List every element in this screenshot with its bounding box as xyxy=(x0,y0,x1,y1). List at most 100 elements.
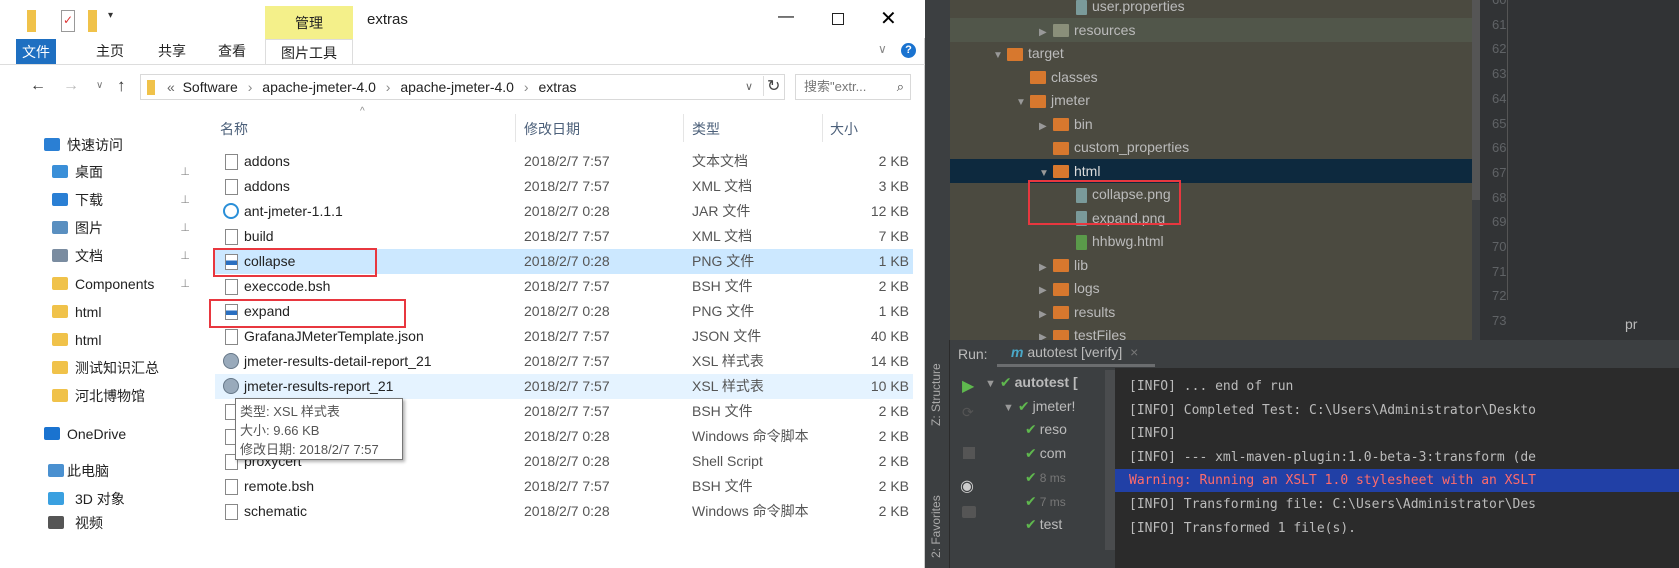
sidebar-item[interactable]: 桌面 ⊥ xyxy=(0,159,210,185)
tab-file[interactable]: 文件 xyxy=(16,39,56,65)
expand-arrow-icon[interactable]: ▼ xyxy=(1003,402,1014,414)
console-warning-line: Warning: Running an XSLT 1.0 stylesheet … xyxy=(1115,469,1679,493)
minimize-button[interactable]: — xyxy=(778,8,794,26)
sidebar-item[interactable]: 河北博物馆 xyxy=(0,383,210,409)
run-tree-item[interactable]: ▼ ✔ jmeter! xyxy=(1003,394,1075,418)
file-size: 1 KB xyxy=(878,303,909,319)
tab-view[interactable]: 查看 xyxy=(206,38,258,64)
close-tab-icon[interactable]: × xyxy=(1130,344,1138,360)
pin-icon[interactable]: ⊥ xyxy=(180,187,190,213)
view-icon[interactable]: ◉ xyxy=(960,476,974,496)
file-row[interactable]: build 2018/2/7 7:57 XML 文档 7 KB xyxy=(215,224,913,249)
sidebar-item[interactable]: Components ⊥ xyxy=(0,271,210,297)
file-row[interactable]: addons 2018/2/7 7:57 文本文档 2 KB xyxy=(215,149,913,174)
back-button[interactable]: ← xyxy=(30,77,46,95)
sidebar-item[interactable]: OneDrive xyxy=(0,421,210,447)
close-button[interactable]: ✕ xyxy=(880,6,897,31)
tab-picture-tools[interactable]: 图片工具 xyxy=(265,39,353,65)
sidebar-item[interactable]: html xyxy=(0,327,210,353)
tree-item[interactable]: ▼ target xyxy=(950,41,1472,65)
tree-item[interactable]: ▶ lib xyxy=(950,253,1472,277)
run-label: Run: xyxy=(958,346,988,362)
tree-item[interactable]: user.properties xyxy=(950,0,1472,18)
tree-item[interactable]: custom_properties xyxy=(950,135,1472,159)
up-button[interactable]: ↑ xyxy=(117,76,126,96)
pin-icon[interactable]: ⊥ xyxy=(180,243,190,269)
properties-icon[interactable]: ✓ xyxy=(61,10,75,32)
pin-icon[interactable]: ⊥ xyxy=(180,159,190,185)
expand-arrow-icon[interactable]: ▼ xyxy=(985,378,996,390)
run-tree-item[interactable]: ✔ 7 ms xyxy=(1021,489,1066,513)
refresh-icon[interactable]: ↻ xyxy=(763,76,780,96)
tree-item[interactable]: ▶ bin xyxy=(950,112,1472,136)
file-row[interactable]: addons 2018/2/7 7:57 XML 文档 3 KB xyxy=(215,174,913,199)
sidebar-item[interactable]: 图片 ⊥ xyxy=(0,215,210,241)
context-tab-manage[interactable]: 管理 xyxy=(265,13,353,33)
folder-icon xyxy=(1053,259,1069,273)
address-bar[interactable]: « Software › apache-jmeter-4.0 › apache-… xyxy=(140,74,785,100)
column-header-name[interactable]: 名称 xyxy=(220,119,248,139)
new-folder-icon[interactable] xyxy=(88,10,97,32)
file-row[interactable]: schematic 2018/2/7 0:28 Windows 命令脚本 2 KB xyxy=(215,499,913,524)
ribbon-expand-icon[interactable]: ∨ xyxy=(878,42,887,56)
forward-button[interactable]: → xyxy=(63,77,79,95)
tree-scrollbar[interactable] xyxy=(1472,0,1480,200)
run-tree-scrollbar[interactable] xyxy=(1105,370,1115,550)
camera-icon[interactable] xyxy=(962,506,976,518)
file-explorer-window: ✓ ▾ 管理 extras — ✕ 文件 主页 共享 查看 图片工具 ∨ ? ←… xyxy=(0,0,925,568)
file-type: Windows 命令脚本 xyxy=(692,503,809,519)
sidebar-item[interactable]: 文档 ⊥ xyxy=(0,243,210,269)
structure-side-tab[interactable]: Z: Structure xyxy=(929,346,943,426)
sidebar-item[interactable]: 下载 ⊥ xyxy=(0,187,210,213)
column-header-size[interactable]: 大小 xyxy=(830,119,858,139)
help-icon[interactable]: ? xyxy=(901,43,916,58)
rerun-failed-icon[interactable]: ⟳ xyxy=(962,404,974,421)
run-tree-item[interactable]: ✔ reso xyxy=(1021,417,1067,441)
tree-item[interactable]: hhbwg.html xyxy=(950,229,1472,253)
rerun-icon[interactable]: ▶ xyxy=(962,376,974,396)
tree-item[interactable]: ▶ resources xyxy=(950,17,1472,42)
file-type: Windows 命令脚本 xyxy=(692,428,809,444)
sidebar-item[interactable]: 视频 xyxy=(0,510,210,536)
file-row[interactable]: ant-jmeter-1.1.1 2018/2/7 0:28 JAR 文件 12 KB xyxy=(215,199,913,224)
run-tab[interactable]: m autotest [verify] × xyxy=(1011,344,1138,360)
run-tree-item[interactable]: ✔ test xyxy=(1021,512,1062,536)
file-row[interactable]: remote.bsh 2018/2/7 7:57 BSH 文件 2 KB xyxy=(215,474,913,499)
run-tree-item[interactable]: ▼ ✔ autotest [ xyxy=(985,370,1078,394)
tree-item[interactable]: classes xyxy=(950,65,1472,89)
recent-locations-icon[interactable]: ∨ xyxy=(96,80,103,91)
file-row[interactable]: jmeter-results-report_21 2018/2/7 7:57 XSL… xyxy=(215,374,913,399)
breadcrumb-item[interactable]: Software xyxy=(183,79,238,95)
sidebar-item[interactable]: 快速访问 xyxy=(0,132,210,158)
pin-icon[interactable]: ⊥ xyxy=(180,271,190,297)
address-dropdown-icon[interactable]: ∨ xyxy=(745,80,753,93)
sidebar-item[interactable]: 此电脑 xyxy=(0,458,210,484)
stop-icon[interactable] xyxy=(963,447,975,459)
pin-icon[interactable]: ⊥ xyxy=(180,215,190,241)
breadcrumb-overflow[interactable]: « xyxy=(167,79,175,95)
breadcrumb-item[interactable]: extras xyxy=(538,79,576,95)
breadcrumb-item[interactable]: apache-jmeter-4.0 xyxy=(400,79,514,95)
column-header-type[interactable]: 类型 xyxy=(692,119,720,139)
sidebar-item[interactable]: 3D 对象 xyxy=(0,486,210,512)
sidebar-item[interactable]: 测试知识汇总 xyxy=(0,355,210,381)
tab-home[interactable]: 主页 xyxy=(84,38,136,64)
breadcrumb-item[interactable]: apache-jmeter-4.0 xyxy=(262,79,376,95)
search-input[interactable]: 搜索"extr... ⌕ xyxy=(795,74,911,100)
folder-icon xyxy=(1007,47,1023,61)
tree-item[interactable]: ▼ jmeter xyxy=(950,88,1472,112)
run-tree-item[interactable]: ✔ com xyxy=(1021,441,1066,465)
file-row[interactable]: execcode.bsh 2018/2/7 7:57 BSH 文件 2 KB xyxy=(215,274,913,299)
tab-share[interactable]: 共享 xyxy=(146,38,198,64)
favorites-side-tab[interactable]: 2: Favorites xyxy=(929,458,943,558)
run-tree-item[interactable]: ✔ 8 ms xyxy=(1021,465,1066,489)
tree-item[interactable]: ▼ html xyxy=(950,158,1472,183)
column-header-date[interactable]: 修改日期 xyxy=(524,119,580,139)
customize-toolbar-icon[interactable]: ▾ xyxy=(108,10,113,21)
tree-item[interactable]: ▶ results xyxy=(950,300,1472,324)
file-date: 2018/2/7 7:57 xyxy=(524,178,610,194)
file-row[interactable]: jmeter-results-detail-report_21 2018/2/7 … xyxy=(215,349,913,374)
tree-item[interactable]: ▶ logs xyxy=(950,276,1472,300)
sidebar-item[interactable]: html xyxy=(0,299,210,325)
maximize-button[interactable] xyxy=(832,13,844,25)
